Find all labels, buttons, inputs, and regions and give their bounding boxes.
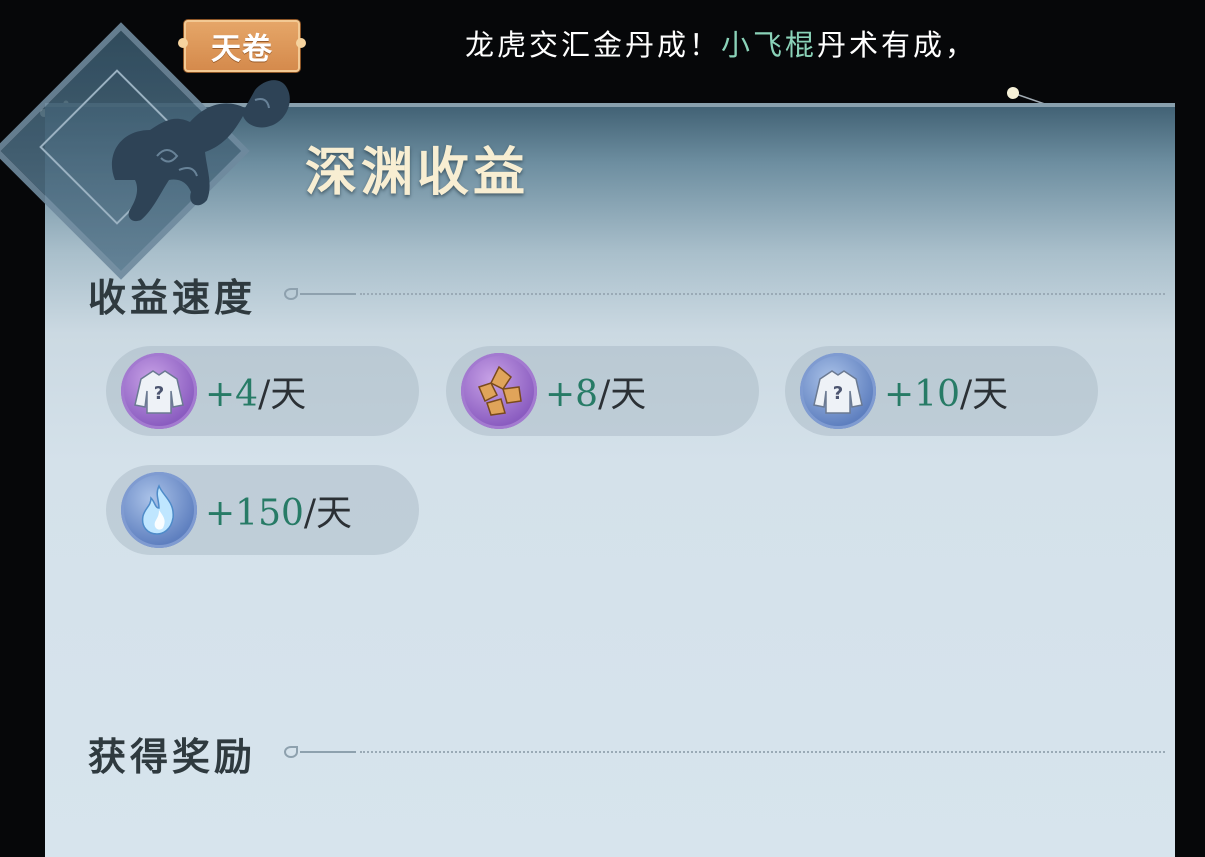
rate-amount: +8 — [545, 374, 599, 415]
mystery-robe-icon: ? — [121, 353, 197, 429]
rate-value: +4/天 — [205, 365, 306, 417]
divider-solid — [300, 751, 356, 753]
rate-item[interactable]: +150/天 — [106, 465, 419, 555]
rate-value: +10/天 — [884, 365, 1008, 417]
beast-emblem-icon — [111, 80, 290, 222]
rate-amount: +10 — [884, 374, 960, 415]
blue-flame-icon — [121, 472, 197, 548]
rate-value: +8/天 — [545, 365, 646, 417]
rate-item[interactable]: ? +10/天 — [785, 346, 1098, 436]
rate-unit: /天 — [598, 374, 647, 415]
rate-unit: /天 — [959, 374, 1009, 415]
divider-solid — [300, 293, 356, 295]
rate-amount: +150 — [205, 493, 304, 534]
rate-item[interactable]: +8/天 — [446, 346, 759, 436]
gold-ore-icon — [461, 353, 537, 429]
svg-text:?: ? — [154, 383, 164, 404]
divider-dotted — [360, 751, 1165, 753]
rewards-divider — [284, 746, 1165, 758]
rate-unit: /天 — [303, 493, 353, 534]
divider-knot — [284, 288, 298, 300]
rate-item[interactable]: ? +4/天 — [106, 346, 419, 436]
mystery-robe-icon: ? — [800, 353, 876, 429]
game-screen: 天卷 龙虎交汇金丹成！小飞棍丹术有成， 深渊收益 收益速度 ? +4/天 +8/… — [0, 0, 1205, 857]
panel-title: 深渊收益 — [305, 142, 530, 203]
rate-value: +150/天 — [205, 484, 352, 536]
income-speed-divider — [284, 288, 1165, 300]
income-speed-heading: 收益速度 — [88, 275, 257, 320]
divider-dotted — [360, 293, 1165, 295]
rewards-heading: 获得奖励 — [88, 734, 257, 779]
rate-amount: +4 — [205, 374, 259, 415]
svg-text:?: ? — [833, 383, 843, 404]
divider-knot — [284, 746, 298, 758]
rate-unit: /天 — [258, 374, 307, 415]
